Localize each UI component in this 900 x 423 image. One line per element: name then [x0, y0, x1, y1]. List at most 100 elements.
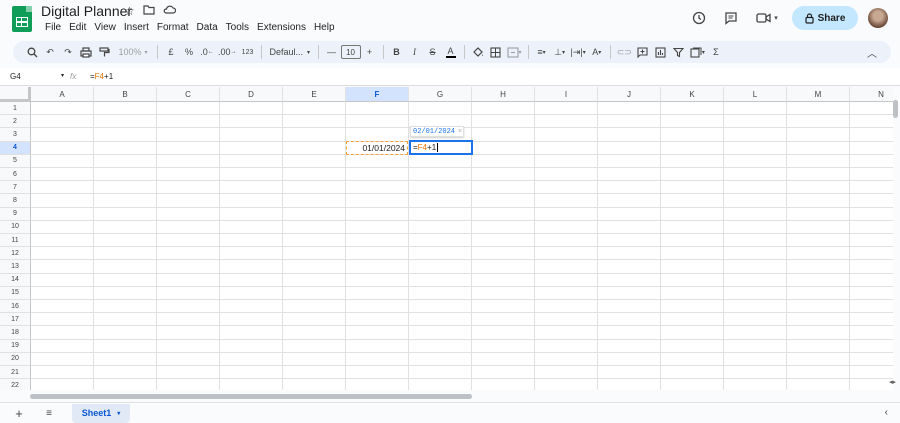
row-header[interactable]: 15	[0, 286, 31, 300]
column-header[interactable]: C	[157, 87, 220, 102]
row-header[interactable]: 4	[0, 141, 31, 155]
row-header[interactable]: 5	[0, 154, 31, 168]
menu-insert[interactable]: Insert	[120, 21, 153, 34]
sheets-logo-icon[interactable]	[12, 6, 32, 32]
insert-comment-icon[interactable]	[634, 43, 652, 61]
row-header[interactable]: 19	[0, 339, 31, 353]
explore-collapse-icon[interactable]: ‹	[885, 407, 888, 418]
cell-f4[interactable]: 01/01/2024	[346, 141, 408, 155]
redo-icon[interactable]: ↷	[59, 43, 77, 61]
column-header[interactable]: L	[724, 87, 787, 102]
scroll-arrows[interactable]: ◂▸	[889, 378, 896, 386]
comments-icon[interactable]	[720, 7, 742, 29]
font-size-decrease-button[interactable]: —	[323, 43, 341, 61]
column-header[interactable]: F	[346, 87, 409, 102]
row-header[interactable]: 2	[0, 115, 31, 129]
share-button[interactable]: Share	[792, 6, 858, 30]
percent-format-button[interactable]: %	[180, 43, 198, 61]
zoom-select[interactable]: 100% ▾	[113, 43, 153, 61]
collapse-menus-icon[interactable]: ︿	[863, 43, 881, 61]
close-icon[interactable]: ×	[458, 128, 462, 136]
row-header[interactable]: 3	[0, 128, 31, 142]
insert-chart-icon[interactable]	[652, 43, 670, 61]
menu-extensions[interactable]: Extensions	[253, 21, 310, 34]
increase-decimal-button[interactable]: .00 →	[216, 43, 239, 61]
font-size-input[interactable]: 10	[340, 45, 361, 59]
menu-help[interactable]: Help	[310, 21, 339, 34]
filter-views-icon[interactable]: ▾	[688, 43, 707, 61]
text-rotation-icon[interactable]: A ▾	[588, 43, 606, 61]
menu-view[interactable]: View	[90, 21, 120, 34]
add-sheet-button[interactable]: +	[8, 404, 30, 422]
formula-input[interactable]: =F4+1	[90, 72, 113, 81]
document-title[interactable]: Digital Planner	[41, 3, 132, 19]
functions-button[interactable]: Σ	[707, 43, 725, 61]
text-color-button[interactable]: A	[442, 43, 460, 61]
row-header[interactable]: 18	[0, 326, 31, 340]
column-header[interactable]: E	[283, 87, 346, 102]
row-header[interactable]: 17	[0, 313, 31, 327]
tab-sheet1[interactable]: Sheet1 ▾	[72, 403, 130, 423]
column-header[interactable]: J	[598, 87, 661, 102]
paint-format-icon[interactable]	[95, 43, 113, 61]
row-header[interactable]: 22	[0, 379, 31, 390]
star-icon[interactable]: ☆	[124, 4, 135, 18]
row-header[interactable]: 14	[0, 273, 31, 287]
more-formats-button[interactable]: 123	[239, 43, 257, 61]
insert-link-icon[interactable]: ⊂⊃	[615, 43, 634, 61]
menu-edit[interactable]: Edit	[65, 21, 90, 34]
font-select[interactable]: Defaul... ▾	[266, 43, 314, 61]
row-header[interactable]: 12	[0, 247, 31, 261]
undo-icon[interactable]: ↶	[41, 43, 59, 61]
cloud-icon[interactable]	[163, 4, 176, 18]
menu-tools[interactable]: Tools	[222, 21, 253, 34]
currency-format-button[interactable]: £	[162, 43, 180, 61]
avatar[interactable]	[868, 8, 888, 28]
row-header[interactable]: 11	[0, 234, 31, 248]
row-header[interactable]: 1	[0, 102, 31, 116]
row-header[interactable]: 6	[0, 168, 31, 182]
horizontal-align-icon[interactable]: ≡ ▾	[533, 43, 551, 61]
name-box[interactable]: G4 ▾	[0, 72, 70, 81]
column-header[interactable]: B	[94, 87, 157, 102]
all-sheets-icon[interactable]: ≡	[38, 404, 60, 422]
history-icon[interactable]	[688, 7, 710, 29]
row-header[interactable]: 10	[0, 220, 31, 234]
column-header[interactable]: N	[850, 87, 893, 102]
column-header[interactable]: I	[535, 87, 598, 102]
row-header[interactable]: 9	[0, 207, 31, 221]
bold-button[interactable]: B	[388, 43, 406, 61]
horizontal-scrollbar[interactable]	[30, 394, 472, 399]
row-header[interactable]: 8	[0, 194, 31, 208]
print-icon[interactable]	[77, 43, 95, 61]
vertical-align-icon[interactable]: ⊥ ▾	[551, 43, 569, 61]
row-header[interactable]: 20	[0, 352, 31, 366]
select-all-corner[interactable]	[0, 87, 31, 102]
borders-icon[interactable]	[487, 43, 505, 61]
fill-color-icon[interactable]	[469, 43, 487, 61]
folder-icon[interactable]	[143, 4, 155, 18]
column-header[interactable]: D	[220, 87, 283, 102]
cell-g4-editor[interactable]: = F4 +1	[409, 140, 473, 155]
search-menus-icon[interactable]	[23, 43, 41, 61]
decrease-decimal-button[interactable]: .0 ←	[198, 43, 216, 61]
italic-button[interactable]: I	[406, 43, 424, 61]
column-header[interactable]: A	[31, 87, 94, 102]
strikethrough-icon[interactable]: S	[424, 43, 442, 61]
merge-cells-icon[interactable]: ▾	[505, 43, 524, 61]
text-wrapping-icon[interactable]: |⇥| ▾	[569, 43, 588, 61]
menu-file[interactable]: File	[41, 21, 65, 34]
menu-format[interactable]: Format	[153, 21, 193, 34]
meet-video-icon[interactable]: ▾	[752, 7, 782, 29]
column-header[interactable]: M	[787, 87, 850, 102]
row-header[interactable]: 7	[0, 181, 31, 195]
row-header[interactable]: 13	[0, 260, 31, 274]
column-header[interactable]: G	[409, 87, 472, 102]
row-header[interactable]: 16	[0, 300, 31, 314]
menu-data[interactable]: Data	[193, 21, 222, 34]
font-size-increase-button[interactable]: +	[361, 43, 379, 61]
row-header[interactable]: 21	[0, 366, 31, 380]
column-header[interactable]: K	[661, 87, 724, 102]
filter-icon[interactable]	[670, 43, 688, 61]
vertical-scrollbar[interactable]	[893, 100, 898, 118]
